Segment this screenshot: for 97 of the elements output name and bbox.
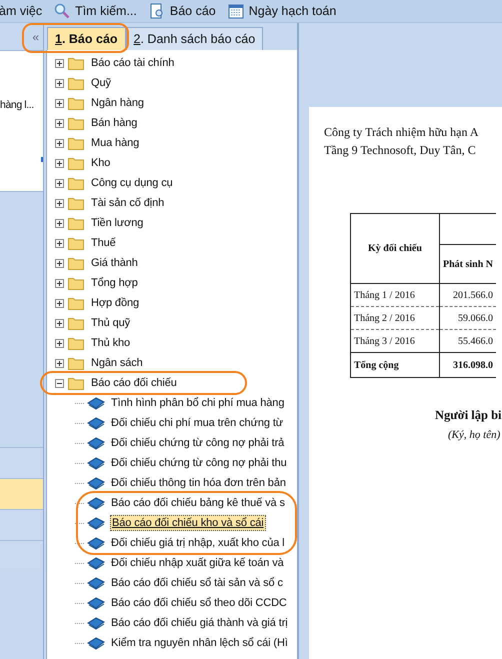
calendar-icon bbox=[228, 3, 244, 19]
folder-icon bbox=[68, 116, 84, 130]
book-icon bbox=[87, 436, 105, 450]
book-icon bbox=[87, 576, 105, 590]
company-line: Công ty Trách nhiệm hữu hạn A bbox=[324, 124, 480, 141]
book-icon bbox=[87, 496, 105, 510]
book-icon bbox=[87, 596, 105, 610]
tree-item[interactable]: Thủ quỹ bbox=[90, 316, 132, 330]
tree-item[interactable]: Ngân hàng bbox=[90, 96, 145, 110]
expander-icon[interactable] bbox=[55, 278, 64, 288]
folder-icon bbox=[68, 316, 84, 330]
tree-item[interactable]: Hợp đồng bbox=[90, 296, 140, 310]
book-icon bbox=[87, 476, 105, 490]
signer-title: Người lập bi bbox=[435, 408, 502, 423]
table-cell: Tháng 3 / 2016 bbox=[350, 330, 440, 352]
folder-icon bbox=[68, 336, 84, 350]
expander-icon[interactable] bbox=[55, 298, 64, 308]
expander-icon[interactable] bbox=[55, 378, 64, 388]
expander-icon[interactable] bbox=[55, 178, 64, 188]
folder-icon bbox=[68, 76, 84, 90]
tree-item[interactable]: Tài sản cố định bbox=[90, 196, 166, 210]
expander-icon[interactable] bbox=[55, 198, 64, 208]
tab[interactable]: 2. Danh sách báo cáo bbox=[126, 27, 264, 50]
expander-icon[interactable] bbox=[55, 118, 64, 128]
tree-item[interactable]: Kiểm tra nguyên nhân lệch sổ cái (Hì bbox=[110, 636, 289, 650]
book-icon bbox=[87, 516, 105, 530]
search-icon bbox=[54, 3, 70, 19]
tree-item[interactable]: Giá thành bbox=[90, 256, 139, 270]
column-header: Kỳ đối chiếu bbox=[350, 214, 440, 284]
folder-icon bbox=[68, 136, 84, 150]
toolbar-button[interactable]: Báo cáo bbox=[148, 3, 216, 19]
book-icon bbox=[87, 556, 105, 570]
tree-item[interactable]: Báo cáo tài chính bbox=[90, 56, 176, 70]
tree-item[interactable]: Thuế bbox=[90, 236, 117, 250]
tree-item[interactable]: Báo cáo đối chiếu bbox=[90, 376, 178, 390]
folder-icon bbox=[68, 236, 84, 250]
book-icon bbox=[87, 636, 105, 650]
tree-item[interactable]: Mua hàng bbox=[90, 136, 140, 150]
expander-icon[interactable] bbox=[55, 98, 64, 108]
book-icon bbox=[87, 456, 105, 470]
folder-icon bbox=[68, 276, 84, 290]
table-cell: Tháng 1 / 2016 bbox=[350, 284, 440, 306]
folder-icon bbox=[68, 56, 84, 70]
expander-icon[interactable] bbox=[55, 238, 64, 248]
toolbar-button[interactable]: Ngày hạch toán bbox=[228, 3, 336, 19]
expander-icon[interactable] bbox=[55, 258, 64, 268]
tree-item[interactable]: Đối chiếu giá trị nhập, xuất kho của l bbox=[110, 536, 286, 550]
tree-item[interactable]: Tổng hợp bbox=[90, 276, 139, 290]
folder-icon bbox=[68, 176, 84, 190]
tree-item[interactable]: Báo cáo đối chiếu giá thành và giá trị bbox=[110, 616, 289, 630]
table-cell: 316.098.0 bbox=[439, 352, 496, 378]
folder-icon bbox=[68, 256, 84, 270]
list-item[interactable]: hàng l... bbox=[0, 99, 34, 111]
table-cell: Tổng cộng bbox=[350, 352, 440, 378]
folder-icon bbox=[68, 376, 84, 390]
expander-icon[interactable] bbox=[55, 218, 64, 228]
expander-icon[interactable] bbox=[55, 358, 64, 368]
folder-icon bbox=[68, 196, 84, 210]
tree-item[interactable]: Quỹ bbox=[90, 76, 112, 90]
tree-item[interactable]: Báo cáo đối chiếu bảng kê thuế và s bbox=[110, 496, 286, 510]
tree-item[interactable]: Tình hình phân bổ chi phí mua hàng bbox=[110, 396, 286, 410]
folder-icon bbox=[68, 156, 84, 170]
tree-item[interactable]: Báo cáo đối chiếu sổ tài sản và sổ c bbox=[110, 576, 284, 590]
tree-item[interactable]: Đối chiếu thông tin hóa đơn trên bản bbox=[110, 476, 287, 490]
folder-icon bbox=[68, 216, 84, 230]
toolbar-button[interactable]: Tìm kiếm... bbox=[54, 3, 137, 19]
expander-icon[interactable] bbox=[55, 158, 64, 168]
book-icon bbox=[87, 396, 105, 410]
tree-item[interactable]: Đối chiếu chi phí mua trên chứng từ bbox=[110, 416, 284, 430]
tree-item[interactable]: Đối chiếu nhập xuất giữa kế toán và bbox=[110, 556, 285, 570]
tree-item[interactable]: Báo cáo đối chiếu kho và sổ cái bbox=[110, 515, 266, 531]
tree-item[interactable]: Báo cáo đối chiếu sổ theo dõi CCDC bbox=[110, 596, 288, 610]
folder-icon bbox=[68, 356, 84, 370]
tree-item[interactable]: Thủ kho bbox=[90, 336, 132, 350]
expander-icon[interactable] bbox=[55, 338, 64, 348]
tree-item[interactable]: Ngân sách bbox=[90, 356, 144, 370]
folder-icon bbox=[68, 296, 84, 310]
tree-item[interactable]: Công cụ dụng cụ bbox=[90, 176, 174, 190]
collapse-button[interactable]: « bbox=[28, 30, 43, 44]
tab[interactable]: 1. Báo cáo bbox=[47, 27, 126, 50]
book-icon bbox=[87, 416, 105, 430]
expander-icon[interactable] bbox=[55, 318, 64, 328]
tree-item[interactable]: Tiền lương bbox=[90, 216, 144, 230]
tree-item[interactable]: Đối chiếu chứng từ công nợ phải thu bbox=[110, 456, 288, 470]
document-icon bbox=[148, 3, 165, 19]
tree-item[interactable]: Kho bbox=[90, 156, 112, 170]
tree-item[interactable]: Bán hàng bbox=[90, 116, 138, 130]
book-icon bbox=[87, 536, 105, 550]
expander-icon[interactable] bbox=[55, 78, 64, 88]
table-cell: Tháng 2 / 2016 bbox=[350, 306, 440, 330]
book-icon bbox=[87, 616, 105, 630]
company-line: Tầng 9 Technosoft, Duy Tân, C bbox=[324, 142, 477, 159]
expander-icon[interactable] bbox=[55, 58, 64, 68]
expander-icon[interactable] bbox=[55, 138, 64, 148]
signer-note: (Ký, họ tên) bbox=[448, 429, 502, 441]
folder-icon bbox=[68, 96, 84, 110]
tree-item[interactable]: Đối chiếu chứng từ công nợ phải trả bbox=[110, 436, 286, 450]
